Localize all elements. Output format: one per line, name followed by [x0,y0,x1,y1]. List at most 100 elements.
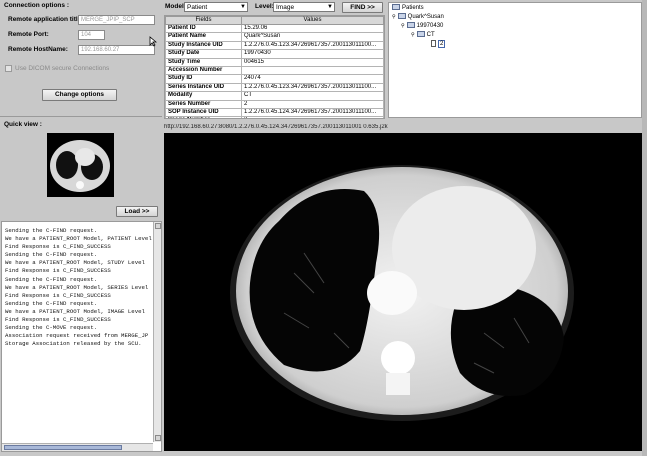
find-button[interactable]: FIND >> [342,2,383,13]
log-line: Sending the C-FIND request. [5,275,98,283]
window-edge [642,0,647,456]
mouse-cursor-icon [149,36,157,47]
ct-thumbnail-image [50,140,110,192]
tag-field-cell: Patient ID [165,23,242,34]
table-row[interactable]: Series Number 2 [165,99,384,110]
tag-value-cell[interactable]: CT [241,91,384,101]
table-row[interactable]: Patient Name Quark^Susan [165,32,384,42]
expand-toggle-icon[interactable]: ⚲ [392,14,396,20]
divider [0,116,162,117]
remote-port-input[interactable]: 104 [78,30,105,40]
table-row[interactable]: Image Number2 [165,116,384,118]
patient-tree-panel: Patients ⚲ Quark^Susan ⚲ 19970430 ⚲ CT 2 [388,2,642,118]
log-line: Find Response is C_FIND_SUCCESS [5,267,111,275]
tag-value-cell[interactable]: 15.29.06 [241,23,384,34]
tree-node-label: Patients [402,5,424,11]
load-button[interactable]: Load >> [116,206,158,217]
log-line: Find Response is C_FIND_SUCCESS [5,243,111,251]
remote-hostname-label: Remote HostName: [8,46,68,53]
image-viewer[interactable] [164,133,642,451]
table-row[interactable]: Patient ID 15.29.06 [165,23,384,34]
tag-field-cell: SOP Instance UID [165,108,242,118]
chevron-down-icon: ▼ [240,4,246,10]
quick-view-thumbnail[interactable] [47,133,114,197]
folder-icon [406,22,415,29]
log-line: Find Response is C_FIND_SUCCESS [5,291,111,299]
tag-value-cell[interactable]: 1.2.276.0.45.123.347269617357.2001130111… [241,82,384,93]
tag-value-cell[interactable]: Quark^Susan [241,32,384,42]
model-label: Model: [165,3,186,10]
tree-node-patient[interactable]: ⚲ Quark^Susan [392,13,444,21]
log-line: Association request received from MERGE_… [5,332,149,340]
folder-icon [397,13,406,20]
tag-value-cell[interactable]: 1.2.276.0.45.123.347269617357.2001130111… [241,40,384,51]
remote-hostname-input[interactable]: 192.168.60.27 [78,45,155,55]
scroll-down-button[interactable] [155,435,161,441]
tag-value-cell[interactable]: 24074 [241,74,384,84]
table-row[interactable]: Study ID 24074 [165,74,384,84]
tree-node-label: CT [426,32,435,38]
log-line: Sending the C-MOVE request. [5,324,98,332]
level-select[interactable]: Image ▼ [273,2,335,12]
horizontal-scrollbar-thumb[interactable] [4,445,122,450]
table-row[interactable]: Series Instance UID 1.2.276.0.45.123.3472… [165,82,384,93]
tag-field-cell: Series Instance UID [165,82,242,93]
tag-field-cell: Study ID [165,74,242,84]
expand-toggle-icon[interactable]: ⚲ [411,32,415,38]
tree-node-label: 19970430 [416,23,444,29]
log-text: Sending the C-FIND request. We have a PAT… [5,227,153,437]
vertical-scrollbar[interactable] [153,222,161,442]
log-line: Sending the C-FIND request. [5,227,98,234]
table-row[interactable]: Study Date 19970430 [165,49,384,59]
remote-port-label: Remote Port: [8,31,49,38]
connection-options-title: Connection options : [4,2,69,9]
folder-icon [392,4,400,11]
tag-field-cell: Patient Name [165,32,242,42]
scroll-up-button[interactable] [155,223,161,229]
table-row[interactable]: SOP Instance UID 1.2.276.0.45.124.3472696… [165,108,384,118]
remote-ae-title-input[interactable]: MERGE_JPIP_SCP [78,15,155,25]
table-row[interactable]: Study Time 004615 [165,57,384,68]
tree-node-series[interactable]: ⚲ CT [411,31,435,39]
model-select[interactable]: Patient ▼ [184,2,248,12]
tree-node-label: Quark^Susan [407,14,444,20]
tag-value-cell[interactable]: 19970430 [241,49,384,59]
column-header-values[interactable]: Values [241,16,384,25]
tag-field-cell: Study Date [165,49,242,59]
tag-value-cell[interactable] [241,66,384,76]
tag-field-cell: Series Number [165,99,242,110]
table-row[interactable]: Accession Number [165,66,384,76]
table-row[interactable]: Modality CT [165,91,384,101]
expand-toggle-icon[interactable]: ⚲ [401,23,405,29]
tag-field-cell: Image Number [165,116,242,118]
image-url: http://192.168.60.27:8080/1.2.276.0.45.1… [164,124,388,130]
column-header-fields[interactable]: Fields [165,16,242,25]
log-line: Storage Association released by the SCU. [5,340,142,348]
change-options-button[interactable]: Change options [42,89,117,101]
tag-field-cell: Accession Number [165,66,242,76]
tree-node-root[interactable]: Patients [392,4,424,12]
log-line: We have a PATIENT_ROOT Model, STUDY Leve… [5,259,145,267]
level-select-value: Image [276,4,295,11]
tree-node-label: 2 [438,40,446,49]
log-line: We have a PATIENT_ROOT Model, SERIES Lev… [5,283,149,291]
file-icon [431,40,436,47]
log-line: We have a PATIENT_ROOT Model, PATIENT Le… [5,235,152,243]
model-select-value: Patient [187,4,208,11]
secure-connection-checkbox[interactable] [5,65,12,72]
chevron-down-icon: ▼ [327,4,333,10]
tag-value-cell[interactable]: 2 [241,99,384,110]
remote-ae-title-label: Remote application title: [8,16,84,23]
tree-node-study[interactable]: ⚲ 19970430 [401,22,443,30]
secure-connection-label: Use DICOM secure Connections [15,65,110,72]
tag-value-cell[interactable]: 1.2.276.0.45.124.347269617357.2001130111… [241,108,384,118]
level-label: Level: [255,3,274,10]
tag-field-cell: Study Time [165,57,242,68]
tag-value-cell[interactable]: 004615 [241,57,384,68]
tag-field-cell: Study Instance UID [165,40,242,51]
log-panel: Sending the C-FIND request. We have a PAT… [1,221,162,452]
tag-value-cell[interactable]: 2 [241,116,384,118]
tree-node-image[interactable]: 2 [431,40,446,49]
table-row[interactable]: Study Instance UID 1.2.276.0.45.123.34726… [165,40,384,51]
horizontal-scrollbar[interactable] [2,443,153,451]
